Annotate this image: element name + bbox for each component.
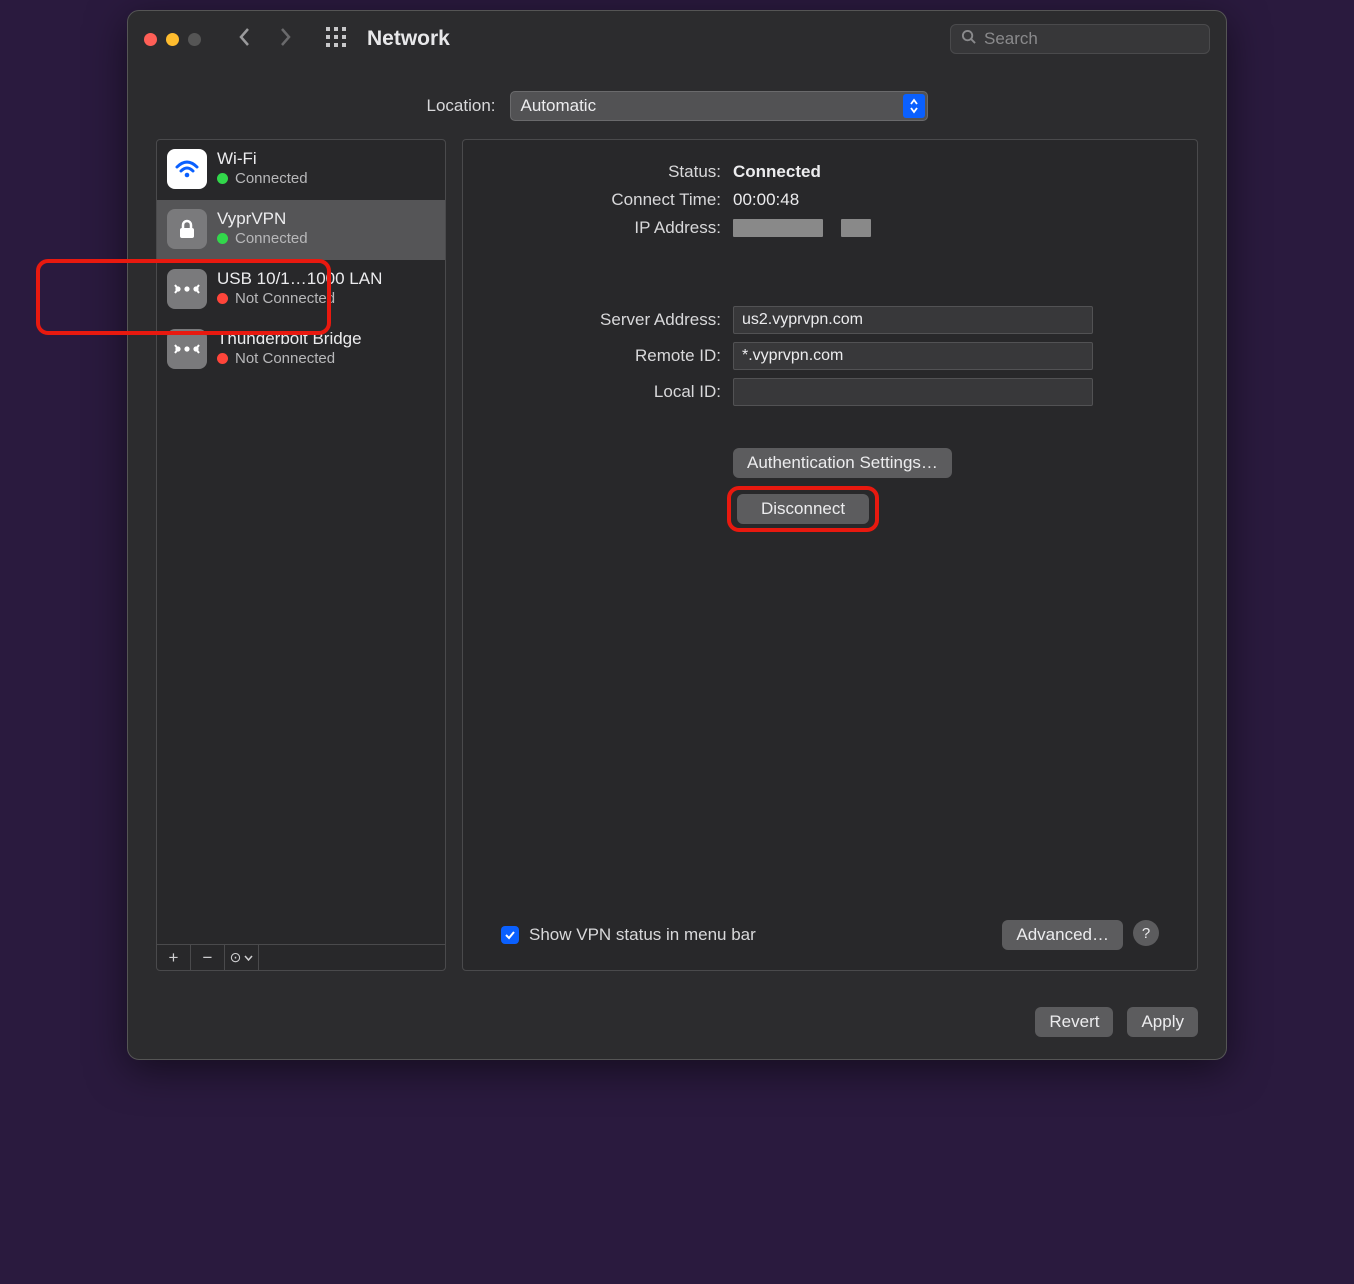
close-window-button[interactable] [144,33,157,46]
location-select[interactable]: Automatic [510,91,928,121]
network-prefs-window: Network Search Location: Automatic [127,10,1227,1060]
disconnect-button[interactable]: Disconnect [737,494,869,524]
interface-usb-lan[interactable]: USB 10/1…1000 LAN Not Connected [157,260,445,320]
zoom-window-button[interactable] [188,33,201,46]
interface-status: Not Connected [217,290,382,307]
select-arrows-icon [903,94,925,118]
status-dot-icon [217,173,228,184]
main-area: Wi-Fi Connected VyprVPN [128,139,1226,989]
remote-id-row: Remote ID: [501,342,1159,370]
forward-button[interactable] [271,26,299,53]
window-footer: Revert Apply [128,989,1226,1059]
revert-button[interactable]: Revert [1035,1007,1113,1037]
interface-name: Wi-Fi [217,149,308,169]
interface-sidebar: Wi-Fi Connected VyprVPN [156,139,446,971]
back-button[interactable] [231,26,259,53]
interface-wifi[interactable]: Wi-Fi Connected [157,140,445,200]
search-placeholder: Search [984,29,1038,49]
server-address-row: Server Address: [501,306,1159,334]
connect-time-value: 00:00:48 [733,190,799,210]
sidebar-footer: + − ⊙ [157,944,445,970]
show-vpn-label: Show VPN status in menu bar [529,925,756,945]
location-label: Location: [427,96,496,116]
interface-thunderbolt-bridge[interactable]: Thunderbolt Bridge Not Connected [157,320,445,380]
search-icon [961,29,976,49]
server-address-label: Server Address: [501,310,721,330]
ip-value-redacted [733,219,823,237]
status-dot-icon [217,233,228,244]
location-row: Location: Automatic [128,67,1226,139]
lock-icon [167,209,207,249]
status-label: Status: [501,162,721,182]
detail-footer: Show VPN status in menu bar Advanced… ? [501,920,1159,950]
server-address-input[interactable] [733,306,1093,334]
interface-actions-button[interactable]: ⊙ [225,945,259,970]
ethernet-icon [167,329,207,369]
ip-row: IP Address: [501,218,1159,238]
interface-status: Connected [217,230,308,247]
toolbar: Network Search [128,11,1226,67]
location-value: Automatic [521,96,597,116]
wifi-icon [167,149,207,189]
apply-button[interactable]: Apply [1127,1007,1198,1037]
minimize-window-button[interactable] [166,33,179,46]
local-id-label: Local ID: [501,382,721,402]
auth-settings-button[interactable]: Authentication Settings… [733,448,952,478]
interface-list: Wi-Fi Connected VyprVPN [157,140,445,944]
sidebar-footer-spacer [259,945,445,970]
show-all-button[interactable] [325,26,347,53]
interface-vyprvpn[interactable]: VyprVPN Connected [157,200,445,260]
add-interface-button[interactable]: + [157,945,191,970]
search-field[interactable]: Search [950,24,1210,54]
connect-time-label: Connect Time: [501,190,721,210]
remote-id-label: Remote ID: [501,346,721,366]
status-value: Connected [733,162,821,182]
advanced-button[interactable]: Advanced… [1002,920,1123,950]
detail-panel: Status: Connected Connect Time: 00:00:48… [462,139,1198,971]
ip-value-redacted-2 [841,219,871,237]
help-button[interactable]: ? [1133,920,1159,946]
remote-id-input[interactable] [733,342,1093,370]
interface-name: USB 10/1…1000 LAN [217,269,382,289]
ip-label: IP Address: [501,218,721,238]
window-controls [144,33,201,46]
show-vpn-checkbox[interactable] [501,926,519,944]
connect-time-row: Connect Time: 00:00:48 [501,190,1159,210]
gear-icon: ⊙ [230,949,242,966]
interface-status: Not Connected [217,350,362,367]
interface-status: Connected [217,170,308,187]
local-id-input[interactable] [733,378,1093,406]
status-dot-icon [217,293,228,304]
window-title: Network [367,27,450,51]
local-id-row: Local ID: [501,378,1159,406]
interface-name: Thunderbolt Bridge [217,329,362,349]
remove-interface-button[interactable]: − [191,945,225,970]
ethernet-icon [167,269,207,309]
interface-name: VyprVPN [217,209,308,229]
status-row: Status: Connected [501,162,1159,182]
status-dot-icon [217,353,228,364]
